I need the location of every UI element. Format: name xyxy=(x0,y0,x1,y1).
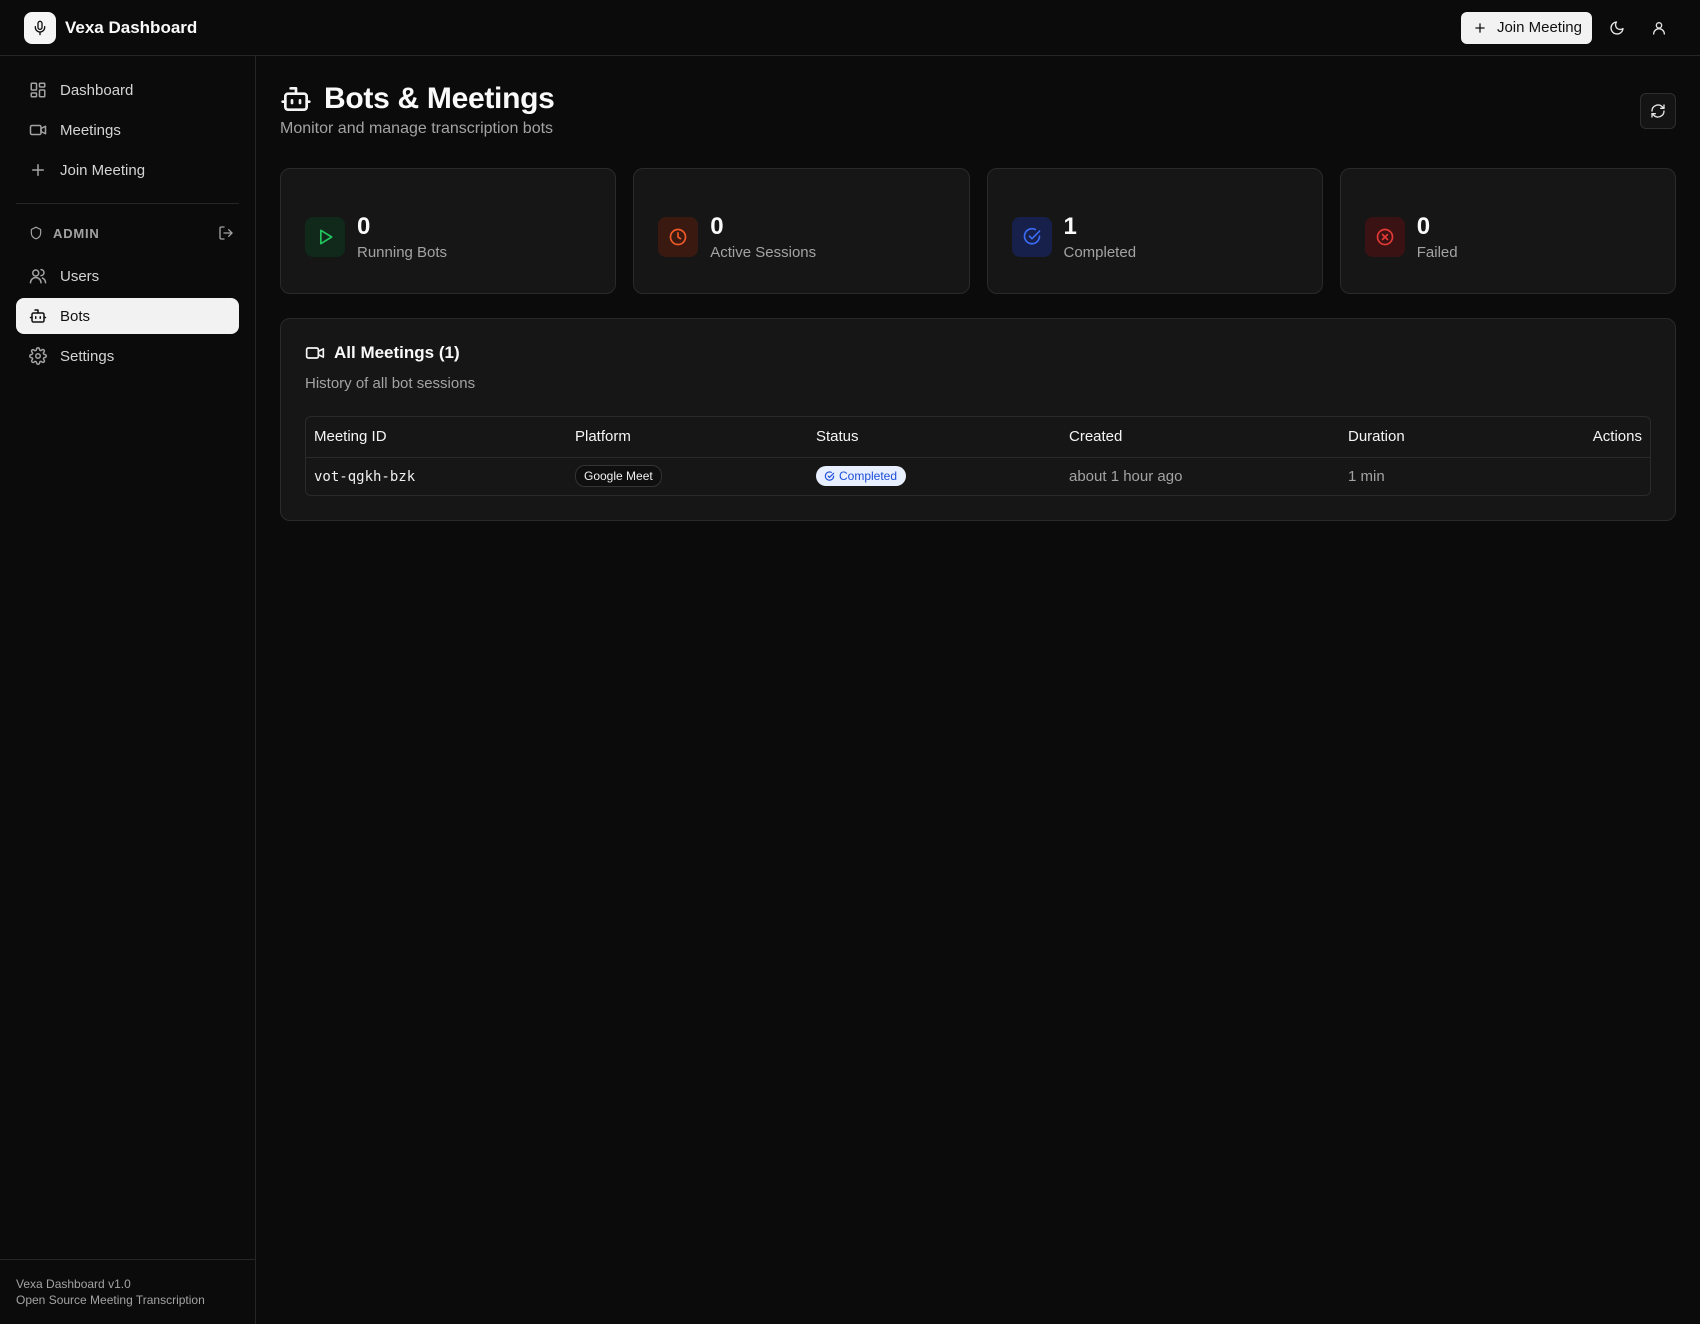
theme-toggle-button[interactable] xyxy=(1600,11,1634,45)
admin-label: ADMIN xyxy=(53,225,100,241)
bot-icon xyxy=(280,83,312,115)
plus-icon xyxy=(1473,21,1487,35)
sidebar-item-label: Dashboard xyxy=(60,81,134,99)
bot-icon xyxy=(29,307,47,325)
sidebar-item-label: Bots xyxy=(60,307,91,325)
column-header[interactable]: Duration xyxy=(1340,417,1540,458)
brand[interactable]: Vexa Dashboard xyxy=(24,11,198,44)
status-label: Completed xyxy=(839,469,898,484)
sidebar-item-label: Users xyxy=(60,267,100,285)
sidebar-item-label: Join Meeting xyxy=(60,161,146,179)
footer-tagline: Open Source Meeting Transcription xyxy=(16,1293,205,1307)
shield-icon xyxy=(29,226,43,240)
column-header[interactable]: Platform xyxy=(567,417,808,458)
video-icon xyxy=(29,121,47,139)
play-icon xyxy=(305,217,345,257)
page-header: Bots & Meetings Monitor and manage trans… xyxy=(280,56,1676,160)
users-icon xyxy=(29,267,47,285)
x-circle-icon xyxy=(1364,217,1405,257)
page-title: Bots & Meetings xyxy=(324,82,555,115)
created-cell: about 1 hour ago xyxy=(1069,467,1183,485)
meeting-id[interactable]: vot-qgkh-bzk xyxy=(314,469,415,485)
sidebar-item-meetings[interactable]: Meetings xyxy=(16,112,239,148)
stat-label: Failed xyxy=(1416,244,1458,261)
status-badge: Completed xyxy=(816,466,907,487)
exit-admin-button[interactable] xyxy=(213,220,239,246)
stat-label: Completed xyxy=(1063,244,1137,261)
column-header: Actions xyxy=(1540,417,1650,458)
stat-value: 1 xyxy=(1063,213,1077,240)
platform-badge: Google Meet xyxy=(575,465,662,488)
stats-row: 0 Running Bots 0 Active Sessions 1 Compl… xyxy=(280,168,1676,294)
table-header-row: Meeting ID Platform Status Created Durat… xyxy=(306,417,1650,458)
stat-value: 0 xyxy=(1416,213,1431,240)
sidebar-item-label: Meetings xyxy=(60,121,121,139)
admin-section-header: ADMIN xyxy=(0,218,255,248)
sidebar-item-settings[interactable]: Settings xyxy=(16,338,239,374)
admin-nav: Users Bots Settings xyxy=(0,258,255,374)
app-title: Vexa Dashboard xyxy=(65,17,198,37)
duration-cell: 1 min xyxy=(1348,467,1385,485)
main-nav: Dashboard Meetings Join Meeting xyxy=(0,56,255,188)
stat-card-running-bots: 0 Running Bots xyxy=(280,168,617,294)
page-subtitle: Monitor and manage transcription bots xyxy=(280,120,554,137)
meetings-table: Meeting ID Platform Status Created Durat… xyxy=(305,416,1651,496)
sidebar-item-label: Settings xyxy=(60,347,115,365)
join-meeting-button[interactable]: Join Meeting xyxy=(1460,11,1592,44)
footer-version: Vexa Dashboard v1.0 xyxy=(16,1277,131,1291)
sidebar-item-dashboard[interactable]: Dashboard xyxy=(16,72,239,108)
stat-value: 0 xyxy=(357,213,371,240)
sidebar: Dashboard Meetings Join Meeting ADMIN Us… xyxy=(0,56,256,1324)
check-circle-icon xyxy=(824,471,835,482)
meetings-title: All Meetings (1) xyxy=(334,343,460,362)
video-icon xyxy=(305,343,325,363)
main-content: Bots & Meetings Monitor and manage trans… xyxy=(280,56,1676,521)
user-icon xyxy=(1651,20,1667,36)
sidebar-footer: Vexa Dashboard v1.0 Open Source Meeting … xyxy=(0,1259,255,1324)
meetings-subtitle: History of all bot sessions xyxy=(305,375,476,392)
refresh-icon xyxy=(1650,103,1666,119)
stat-card-completed: 1 Completed xyxy=(986,168,1323,294)
dashboard-icon xyxy=(29,81,47,99)
clock-icon xyxy=(658,217,699,257)
user-menu-button[interactable] xyxy=(1642,11,1676,45)
column-header[interactable]: Status xyxy=(808,417,1061,458)
refresh-button[interactable] xyxy=(1640,93,1676,129)
actions-cell xyxy=(1540,457,1650,495)
stat-card-failed: 0 Failed xyxy=(1339,168,1676,294)
sidebar-item-users[interactable]: Users xyxy=(16,258,239,294)
join-meeting-label: Join Meeting xyxy=(1496,19,1582,36)
stat-label: Active Sessions xyxy=(710,244,817,261)
gear-icon xyxy=(29,347,47,365)
microphone-icon xyxy=(24,11,56,44)
moon-icon xyxy=(1609,20,1625,36)
top-bar: Vexa Dashboard Join Meeting xyxy=(0,0,1700,56)
column-header[interactable]: Meeting ID xyxy=(306,417,567,458)
stat-value: 0 xyxy=(710,213,724,240)
stat-card-active-sessions: 0 Active Sessions xyxy=(633,168,970,294)
check-circle-icon xyxy=(1011,217,1052,257)
sidebar-item-bots[interactable]: Bots xyxy=(16,298,239,334)
column-header[interactable]: Created xyxy=(1061,417,1340,458)
logout-icon xyxy=(218,225,234,241)
meetings-panel: All Meetings (1) History of all bot sess… xyxy=(280,318,1676,521)
stat-label: Running Bots xyxy=(357,244,448,261)
plus-icon xyxy=(29,161,47,179)
sidebar-divider xyxy=(16,203,239,204)
table-row[interactable]: vot-qgkh-bzk Google Meet Completed about… xyxy=(306,457,1650,495)
sidebar-item-join-meeting[interactable]: Join Meeting xyxy=(16,152,239,188)
